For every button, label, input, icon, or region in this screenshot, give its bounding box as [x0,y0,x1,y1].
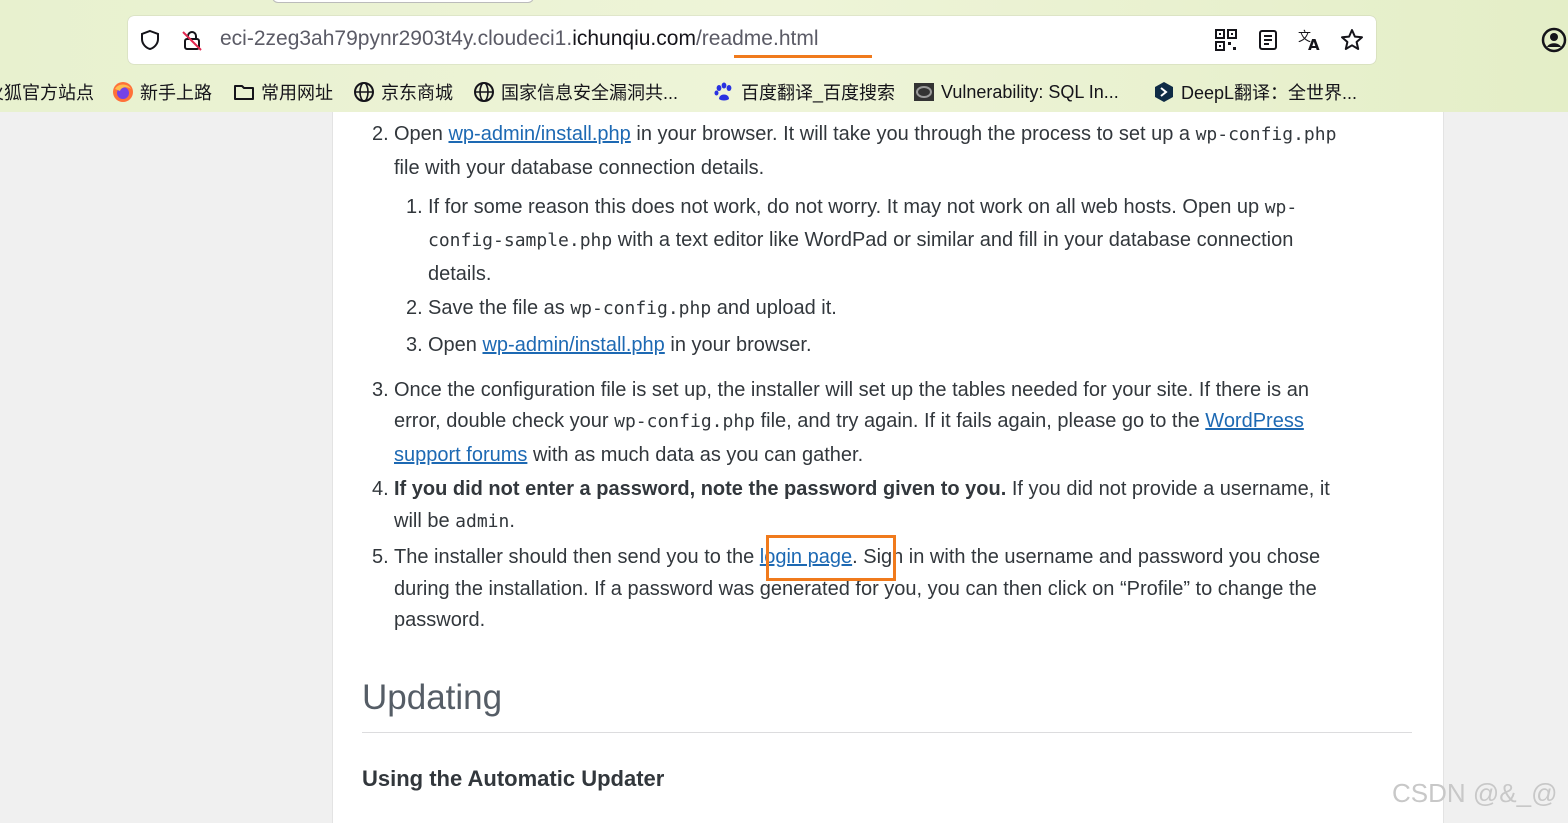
bookmark-label: 新手上路 [140,83,212,103]
firefox-icon [112,81,134,103]
step2-rest-text: in your browser. It will take you throug… [630,123,1196,145]
step3-line2: error, double check your wp-config.php f… [394,408,1304,435]
password-note-bold: If you did not enter a password, note th… [394,478,1007,500]
list-number: 4. [372,478,389,500]
sub3-text: Open [428,334,483,356]
sub2-text: and upload it. [711,297,837,319]
url-highlight-underline [734,55,872,58]
deepl-icon [1153,81,1175,103]
list-number: 2. [406,297,423,319]
login-link-highlight-box [766,535,896,581]
sub1-line1: If for some reason this does not work, d… [428,194,1297,221]
sub2-line: Save the file as wp-config.php and uploa… [428,295,837,322]
dvwa-icon [913,81,935,103]
step4-line1: If you did not enter a password, note th… [394,476,1330,502]
step2-line1: Open wp-admin/install.php in your browse… [394,121,1336,148]
url-text[interactable]: eci-2zeg3ah79pynr2903t4y.cloudeci1.ichun… [220,27,819,51]
list-number: 2. [372,123,389,145]
bookmark-label: DeepL翻译：全世界... [1181,83,1358,103]
wordpress-link[interactable]: WordPress [1205,410,1304,432]
active-tab[interactable] [272,0,534,3]
step5-text: The installer should then send you to th… [394,546,760,568]
globe-icon [473,81,495,103]
baidu-paw-icon [713,81,735,103]
wp-config-sample-code: config-sample.php [428,230,613,251]
updating-heading: Updating [362,678,503,717]
bookmark-item[interactable]: 百度翻译_百度搜索 [713,78,895,106]
step4-text: If you did not provide a username, it [1006,478,1330,500]
step3-text: file, and try again. If it fails again, … [755,410,1206,432]
folder-icon [233,81,255,103]
step4-text: . [509,510,515,532]
qr-code-icon[interactable] [1214,28,1238,52]
step3-line1: Once the configuration file is set up, t… [394,379,1309,401]
support-forums-link[interactable]: support forums [394,444,527,466]
svg-text:A: A [1308,36,1320,52]
bookmark-label: 火狐官方站点 [0,83,94,103]
bookmark-item[interactable]: DeepL翻译：全世界... [1153,78,1357,106]
sub2-text: Save the file as [428,297,571,319]
url-path: readme.html [701,27,819,50]
wp-config-code: wp-config.php [570,298,712,319]
account-icon[interactable] [1540,26,1568,54]
globe-icon [353,81,375,103]
install-php-link[interactable]: wp-admin/install.php [482,334,664,356]
automatic-updater-heading: Using the Automatic Updater [362,766,665,791]
bookmark-label: 国家信息安全漏洞共... [501,83,679,103]
list-number: 3. [372,379,389,401]
bookmark-item[interactable]: Vulnerability: SQL In... [913,78,1119,106]
admin-code: admin [455,511,510,532]
url-host-domain: ichunqiu.com [572,27,696,50]
bookmark-item[interactable]: 火狐官方站点 [0,78,94,106]
step4-text: will be [394,510,456,532]
sub1-text: If for some reason this does not work, d… [428,196,1265,218]
bookmark-star-icon[interactable] [1340,28,1364,52]
step5-line3: password. [394,609,486,631]
reader-view-icon[interactable] [1256,28,1280,52]
sub1-line3: details. [428,263,492,285]
insecure-lock-icon[interactable] [180,28,204,52]
install-php-link[interactable]: wp-admin/install.php [448,123,630,145]
bookmark-label: 百度翻译_百度搜索 [741,83,896,103]
wp-config-sample-code: wp- [1264,197,1298,218]
url-host-prefix: eci-2zeg3ah79pynr2903t4y.cloudeci1. [220,27,573,50]
bookmark-item[interactable]: 新手上路 [112,78,212,106]
browser-toolbar: eci-2zeg3ah79pynr2903t4y.cloudeci1.ichun… [0,0,1568,112]
sub1-text: with a text editor like WordPad or simil… [612,229,1294,251]
sub1-line2: config-sample.php with a text editor lik… [428,227,1293,254]
bookmark-label: Vulnerability: SQL In... [941,81,1119,102]
step3-text: error, double check your [394,410,615,432]
bookmark-item[interactable]: 京东商城 [353,78,453,106]
bookmark-item[interactable]: 常用网址 [233,78,333,106]
step5-text: . Sign in with the username and password… [852,546,1321,568]
heading-divider [362,732,1412,733]
bookmark-label: 常用网址 [261,83,333,103]
step2-open-text: Open [394,123,449,145]
step4-line2: will be admin. [394,508,515,535]
step3-text: with as much data as you can gather. [527,444,864,466]
list-number: 1. [406,196,423,218]
shield-icon[interactable] [138,28,162,52]
list-number: 3. [406,334,423,356]
translate-icon[interactable]: 文A [1296,28,1324,52]
url-slash: / [695,27,702,50]
step3-line3: support forums with as much data as you … [394,442,863,468]
sub3-line: Open wp-admin/install.php in your browse… [428,332,812,358]
sub3-text: in your browser. [664,334,812,356]
bookmark-label: 京东商城 [381,83,453,103]
list-number: 5. [372,546,389,568]
step2-line2: file with your database connection detai… [394,157,765,179]
bookmark-item[interactable]: 国家信息安全漏洞共... [473,78,678,106]
wp-config-code: wp-config.php [1195,124,1337,145]
wp-config-code: wp-config.php [614,411,756,432]
csdn-watermark: CSDN @&_@ [1392,778,1558,808]
